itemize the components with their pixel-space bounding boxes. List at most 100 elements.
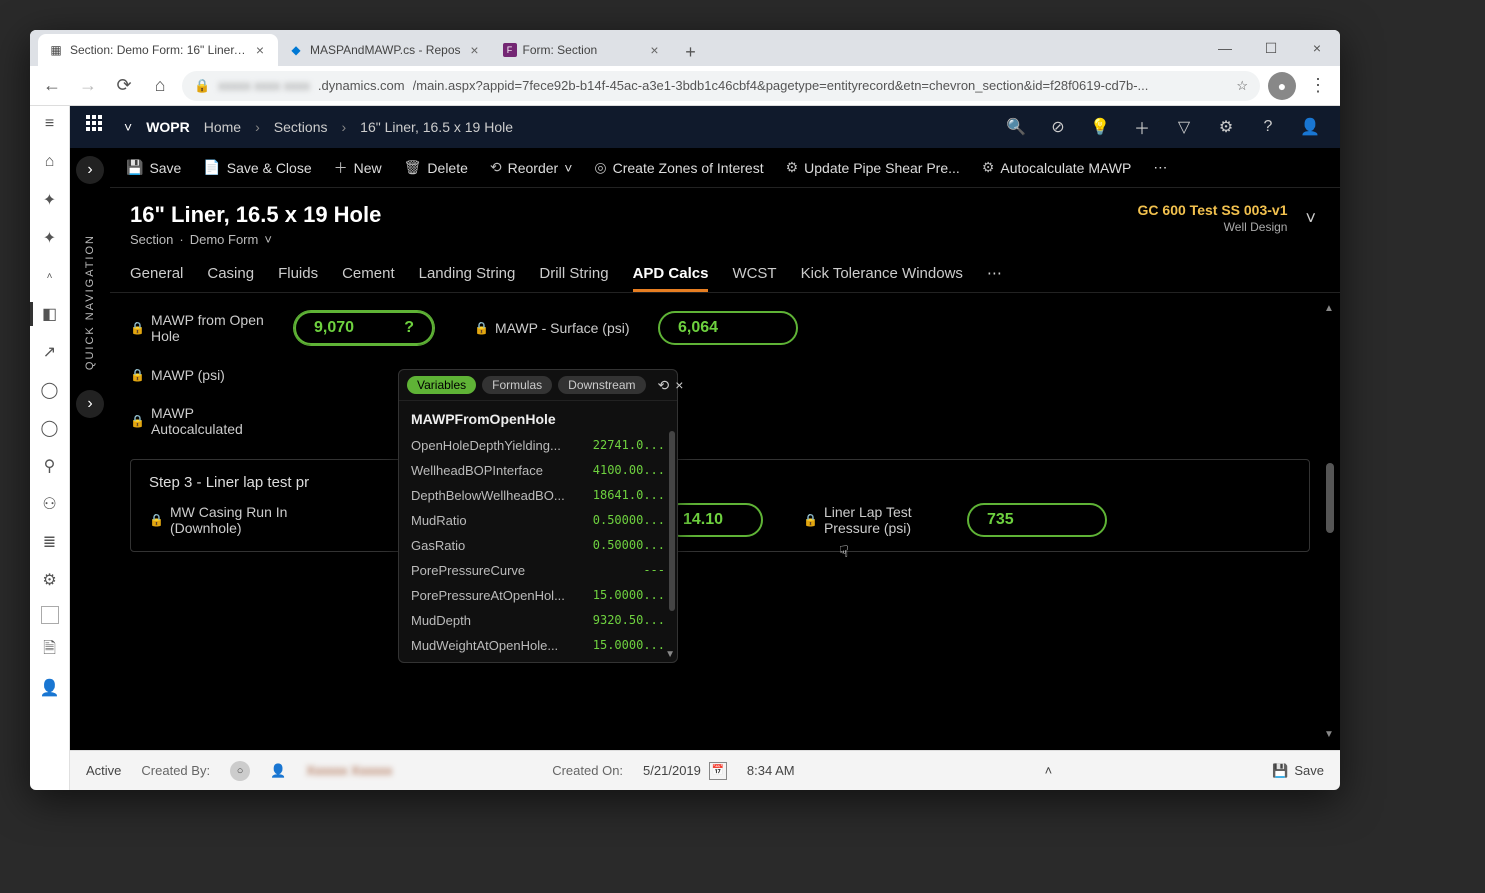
rail-person-icon[interactable]: 👤 [38, 676, 62, 700]
url-input[interactable]: 🔒 xxxxx xxxx xxxx .dynamics.com /main.as… [182, 71, 1260, 101]
chevron-down-icon[interactable]: ˅ [124, 119, 132, 135]
variable-row[interactable]: DepthBelowWellheadBO...18641.0... [399, 483, 677, 508]
lightbulb-icon[interactable]: 💡 [1086, 113, 1114, 141]
quicknav-expand-icon[interactable]: › [76, 156, 104, 184]
user-icon[interactable]: 👤 [1296, 113, 1324, 141]
close-icon[interactable]: × [647, 42, 663, 58]
save-button[interactable]: 💾Save [126, 159, 181, 176]
rail-nav-icon[interactable]: ✦ [38, 188, 62, 212]
tab-landing-string[interactable]: Landing String [419, 265, 516, 292]
tab-fluids[interactable]: Fluids [278, 265, 318, 292]
rail-icon[interactable]: ⚲ [38, 454, 62, 478]
calendar-icon[interactable]: 📅 [709, 762, 727, 780]
rail-person-icon[interactable]: ⚇ [38, 492, 62, 516]
tab-apd-calcs[interactable]: APD Calcs [633, 265, 709, 292]
minimize-button[interactable]: — [1202, 30, 1248, 66]
rail-icon[interactable] [41, 606, 59, 624]
tab-drill-string[interactable]: Drill String [539, 265, 608, 292]
form-selector[interactable]: Demo Form [190, 232, 259, 247]
tab-wcst[interactable]: WCST [732, 265, 776, 292]
casing-test-input[interactable]: 14.10 [663, 503, 763, 537]
tab-casing[interactable]: Casing [207, 265, 254, 292]
autocalc-button[interactable]: ⚙Autocalculate MAWP [982, 159, 1132, 176]
variable-row[interactable]: OpenHoleDepthYielding...22741.0... [399, 433, 677, 458]
mawp-surface-input[interactable]: 6,064 [658, 311, 798, 345]
create-zones-button[interactable]: ◎Create Zones of Interest [594, 159, 763, 176]
rail-icon[interactable]: 🗎 [38, 638, 62, 662]
close-icon[interactable]: × [467, 42, 483, 58]
rail-icon[interactable]: ↗ [38, 340, 62, 364]
rail-hamburger-icon[interactable]: ≡ [38, 112, 62, 136]
tab-general[interactable]: General [130, 265, 183, 292]
variable-row[interactable]: MudRatio0.50000... [399, 508, 677, 533]
variable-row[interactable]: MudWeightAtOpenHole...15.0000... [399, 633, 677, 658]
rail-icon[interactable]: ≣ [38, 530, 62, 554]
variable-row[interactable]: WellheadBOPInterface4100.00... [399, 458, 677, 483]
rail-icon[interactable]: ◯ [38, 378, 62, 402]
popover-scrollbar[interactable] [669, 431, 675, 611]
refresh-icon[interactable]: ⟲ [658, 377, 670, 394]
close-icon[interactable]: × [252, 42, 268, 58]
rail-chevron-icon[interactable]: ˄ [38, 264, 62, 288]
overflow-button[interactable]: ⋯ [1153, 159, 1167, 176]
popover-tab-variables[interactable]: Variables [407, 376, 476, 394]
gear-icon[interactable]: ⚙ [1212, 113, 1240, 141]
created-on-time[interactable]: 8:34 AM [747, 763, 795, 778]
content-scrollbar[interactable]: ▲ ▼ [1324, 303, 1334, 740]
variable-row[interactable]: GasRatio0.50000... [399, 533, 677, 558]
popover-body[interactable]: MAWPFromOpenHole OpenHoleDepthYielding..… [399, 401, 677, 662]
browser-tab-3[interactable]: F Form: Section × [493, 34, 673, 66]
update-pipe-button[interactable]: ⚙Update Pipe Shear Pre... [786, 159, 960, 176]
related-well-title[interactable]: GC 600 Test SS 003-v1 [1138, 202, 1288, 218]
breadcrumb-sections[interactable]: Sections [274, 119, 328, 135]
star-icon[interactable]: ☆ [1236, 78, 1248, 94]
profile-avatar[interactable]: ● [1268, 72, 1296, 100]
close-icon[interactable]: × [675, 377, 683, 393]
save-close-button[interactable]: 📄Save & Close [203, 159, 311, 176]
rail-nav-icon[interactable]: ✦ [38, 226, 62, 250]
rail-selected-icon[interactable]: ◧ [38, 302, 62, 326]
created-by-name[interactable]: Xxxxxx Xxxxxx [306, 763, 392, 778]
chevron-up-icon[interactable]: ˄ [1045, 763, 1053, 778]
delete-button[interactable]: 🗑Delete [404, 159, 468, 176]
new-button[interactable]: ＋New [334, 158, 382, 178]
liner-lap-input[interactable]: 735 [967, 503, 1107, 537]
reorder-button[interactable]: ⟲Reorder˅ [490, 159, 573, 176]
variable-row[interactable]: PorePressureCurve--- [399, 558, 677, 583]
scroll-thumb[interactable] [1326, 463, 1334, 533]
help-icon[interactable]: ? [1254, 113, 1282, 141]
breadcrumb-home[interactable]: Home [204, 119, 241, 135]
tab-cement[interactable]: Cement [342, 265, 395, 292]
rail-gear-icon[interactable]: ⚙ [38, 568, 62, 592]
quicknav-expand-icon[interactable]: › [76, 390, 104, 418]
close-window-button[interactable]: × [1294, 30, 1340, 66]
forward-button[interactable]: → [74, 72, 102, 100]
variable-row[interactable]: MudDepth9320.50... [399, 608, 677, 633]
rail-home-icon[interactable]: ⌂ [38, 150, 62, 174]
formula-help-icon[interactable]: ? [404, 319, 414, 337]
popover-tab-formulas[interactable]: Formulas [482, 376, 552, 394]
scroll-down-icon[interactable]: ▼ [665, 649, 675, 660]
scroll-up-icon[interactable]: ▲ [1324, 303, 1334, 314]
plus-icon[interactable]: ＋ [1128, 113, 1156, 141]
reload-button[interactable]: ⟳ [110, 72, 138, 100]
scroll-down-icon[interactable]: ▼ [1324, 729, 1334, 740]
tab-overflow[interactable]: ⋯ [987, 264, 1002, 292]
new-tab-button[interactable]: + [677, 38, 705, 66]
task-icon[interactable]: ⊘ [1044, 113, 1072, 141]
rail-icon[interactable]: ◯ [38, 416, 62, 440]
header-expand-icon[interactable]: ˅ [1305, 208, 1316, 229]
tab-kick-tolerance[interactable]: Kick Tolerance Windows [801, 265, 963, 292]
browser-tab-1[interactable]: ▦ Section: Demo Form: 16" Liner, 1 × [38, 34, 278, 66]
home-button[interactable]: ⌂ [146, 72, 174, 100]
created-on-date[interactable]: 5/21/2019 [643, 763, 701, 778]
popover-tab-downstream[interactable]: Downstream [558, 376, 645, 394]
browser-menu-button[interactable]: ⋮ [1304, 75, 1332, 96]
app-launcher-icon[interactable] [86, 115, 110, 139]
footer-save-button[interactable]: 💾 Save [1272, 763, 1324, 779]
maximize-button[interactable]: ☐ [1248, 30, 1294, 66]
filter-icon[interactable]: ▽ [1170, 113, 1198, 141]
mawp-open-hole-input[interactable]: 9,070 ? [294, 311, 434, 345]
variable-row[interactable]: PorePressureAtOpenHol...15.0000... [399, 583, 677, 608]
browser-tab-2[interactable]: ◆ MASPAndMAWP.cs - Repos × [278, 34, 493, 66]
